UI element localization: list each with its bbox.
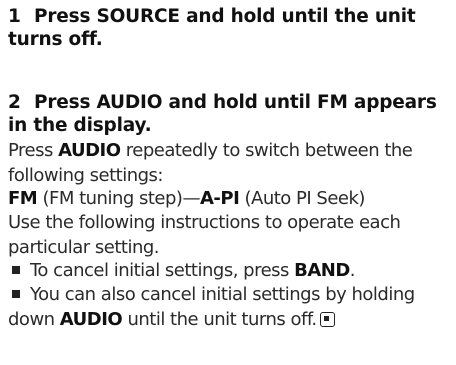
key-name-audio: AUDIO (59, 308, 123, 330)
end-of-section-icon (319, 311, 335, 327)
settings-list-paragraph: FM (FM tuning step)—A-PI (Auto PI Seek) (8, 187, 453, 212)
bullet-item: To cancel initial settings, press BAND. (8, 259, 453, 284)
step-1: 1 Press SOURCE and hold until the unit tu… (8, 5, 448, 51)
key-name-band: BAND (294, 260, 350, 281)
key-name-audio: AUDIO (58, 140, 121, 161)
instructions-paragraph: Use the following instructions to operat… (8, 212, 401, 258)
manual-page: 1 Press SOURCE and hold until the unit tu… (0, 0, 456, 365)
text-run: . (349, 260, 356, 281)
step-2: 2 Press AUDIO and hold until FM appears i… (8, 91, 453, 137)
setting-name-fm: FM (8, 188, 38, 209)
setting-desc-api: (Auto PI Seek) (239, 188, 365, 209)
square-bullet-icon (12, 290, 20, 298)
text-run: To cancel initial settings, press (30, 260, 295, 281)
square-bullet-icon (12, 266, 20, 274)
step-number: 1 (8, 6, 21, 27)
text-run: Press (8, 140, 59, 161)
setting-desc-fm: (FM tuning step)— (37, 188, 200, 209)
bullet-item: You can also cancel initial settings by … (8, 283, 453, 332)
text-run: until the unit turns off. (122, 308, 317, 330)
setting-name-api: A-PI (199, 188, 240, 209)
step-instruction: Press SOURCE and hold until the unit tur… (8, 6, 416, 50)
step-number: 2 (8, 92, 21, 113)
step-instruction: Press AUDIO and hold until FM appears in… (8, 92, 437, 136)
audio-repeat-paragraph: Press AUDIO repeatedly to switch between… (8, 139, 453, 188)
